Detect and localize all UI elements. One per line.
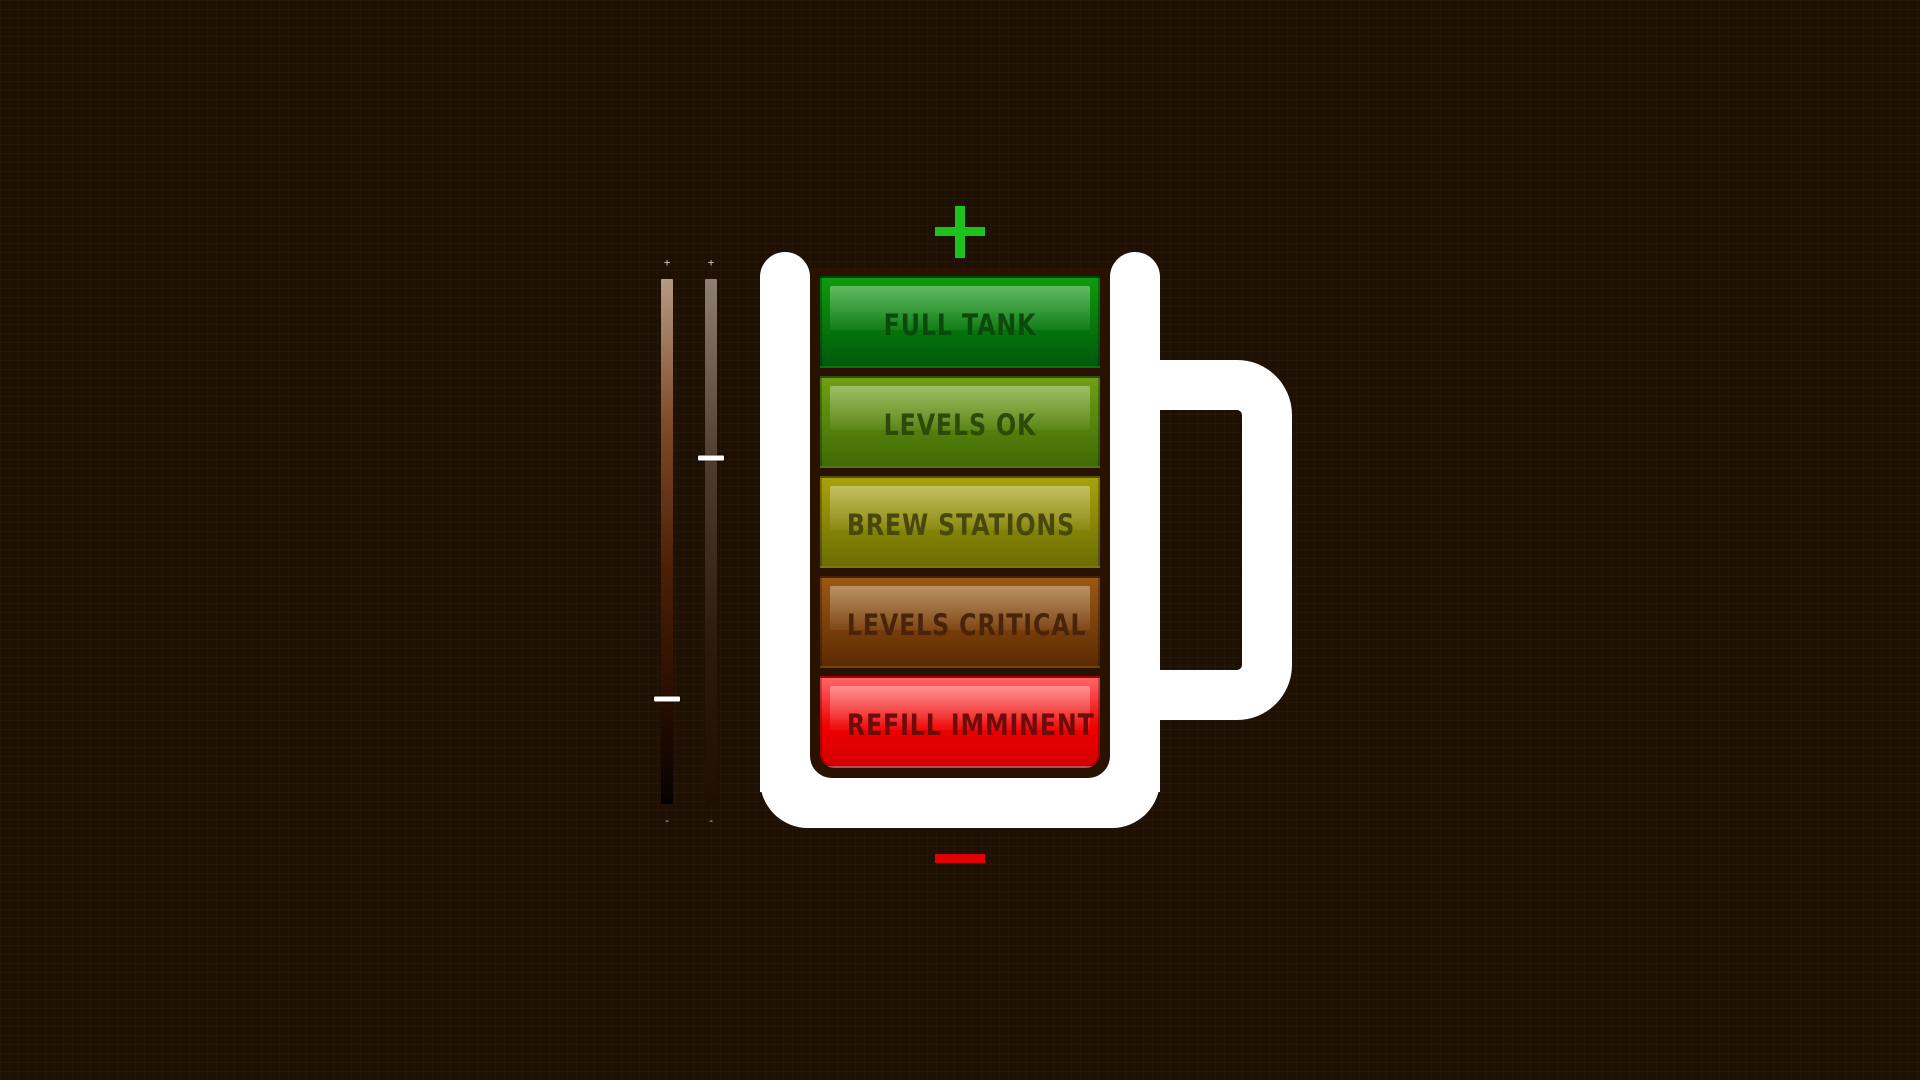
vertical-slider-right[interactable]: + -	[698, 257, 724, 826]
level-brew-stations-button[interactable]: BREW STATIONS	[820, 476, 1100, 568]
plus-icon[interactable]	[935, 206, 985, 258]
level-critical-button[interactable]: LEVELS CRITICAL	[820, 576, 1100, 668]
slider-thumb[interactable]	[654, 696, 680, 702]
level-stack: FULL TANK LEVELS OK BREW STATIONS LEVELS…	[810, 268, 1110, 778]
mug-wall-left	[760, 252, 810, 792]
slider-plus-label: +	[707, 256, 715, 269]
level-full-tank-button[interactable]: FULL TANK	[820, 276, 1100, 368]
slider-track[interactable]	[661, 279, 673, 804]
mug-handle	[1120, 360, 1292, 720]
level-label: LEVELS OK	[883, 408, 1037, 442]
slider-plus-label: +	[663, 256, 671, 269]
slider-thumb[interactable]	[698, 455, 724, 460]
slider-track[interactable]	[705, 279, 717, 804]
vertical-slider-left[interactable]: + -	[654, 257, 680, 826]
level-label: REFILL IMMINENT	[846, 708, 1095, 742]
minus-icon[interactable]	[935, 854, 985, 863]
level-label: FULL TANK	[883, 308, 1037, 342]
level-label: LEVELS CRITICAL	[846, 608, 1087, 642]
slider-minus-label: -	[707, 814, 715, 827]
level-refill-imminent-button[interactable]: REFILL IMMINENT	[820, 676, 1100, 768]
level-label: BREW STATIONS	[846, 508, 1076, 542]
plus-icon-vertical	[955, 206, 965, 258]
level-ok-button[interactable]: LEVELS OK	[820, 376, 1100, 468]
slider-minus-label: -	[663, 814, 671, 827]
